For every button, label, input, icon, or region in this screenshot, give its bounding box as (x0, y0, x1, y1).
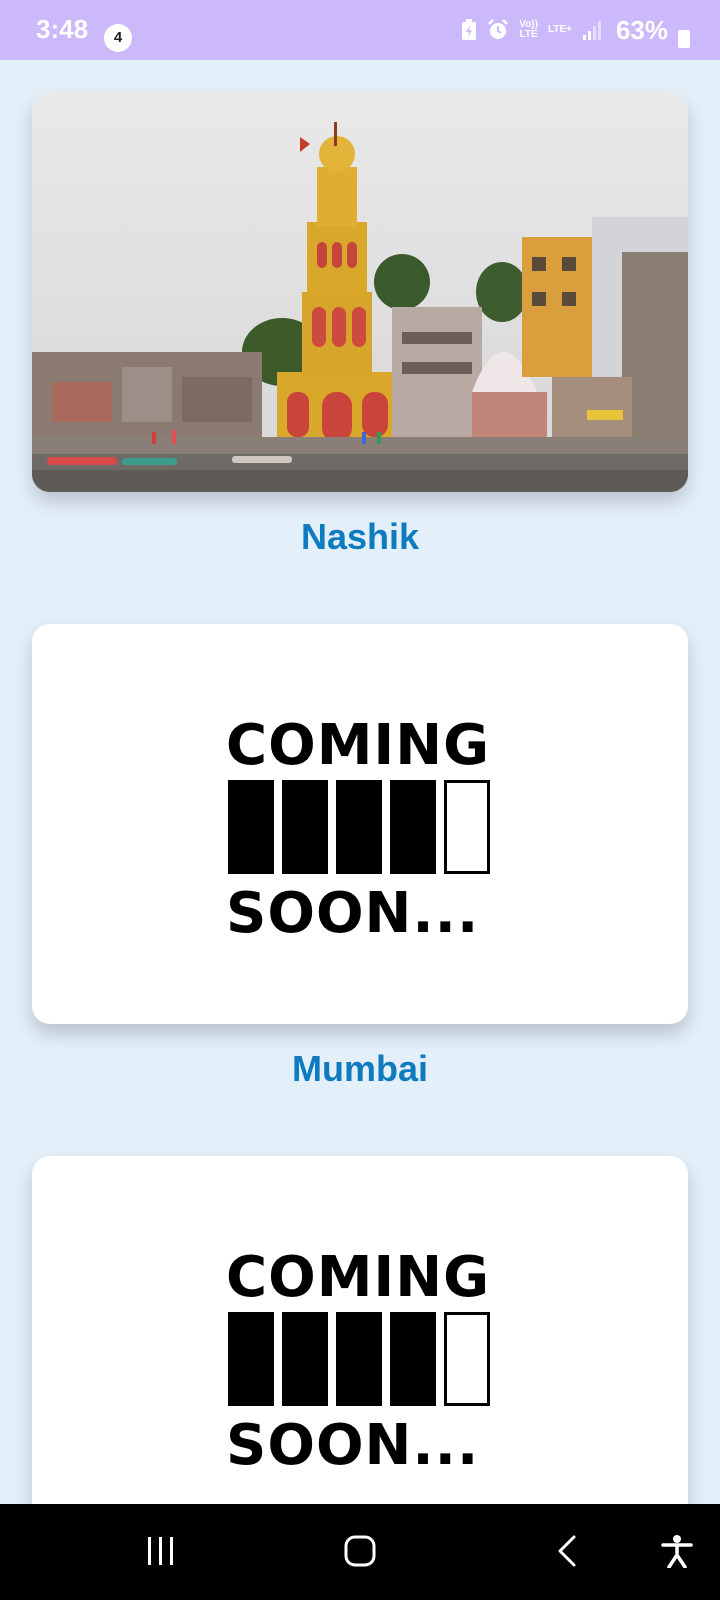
loading-bar-empty (444, 780, 490, 874)
coming-text: COMING (226, 713, 491, 778)
loading-bar-filled (228, 780, 274, 874)
loading-bar-filled (228, 1312, 274, 1406)
navigation-bar (0, 1504, 720, 1600)
loading-bar-filled (336, 780, 382, 874)
city-list[interactable]: Nashik COMING SOON... Mumbai COMING SOON… (0, 60, 720, 1504)
battery-saver-icon (462, 19, 477, 40)
soon-text: SOON... (226, 881, 480, 946)
volte-icon: Vo)) LTE (519, 19, 538, 40)
temple-riverfront-photo (32, 92, 688, 492)
recent-apps-icon[interactable] (144, 1534, 178, 1568)
loading-bar-filled (390, 780, 436, 874)
loading-bar-filled (336, 1312, 382, 1406)
coming-soon-placeholder: COMING SOON... (226, 718, 496, 942)
status-bar: 3:48 4 Vo)) LTE LTE+ 63% (0, 0, 720, 60)
coming-text: COMING (226, 1245, 491, 1310)
back-icon[interactable] (552, 1534, 586, 1568)
signal-icon (582, 21, 601, 40)
home-icon[interactable] (343, 1534, 377, 1568)
city-label-nashik[interactable]: Nashik (0, 516, 720, 558)
loading-bars (228, 780, 496, 874)
soon-text: SOON... (226, 1413, 480, 1478)
coming-soon-placeholder: COMING SOON... (226, 1250, 496, 1474)
city-card-nashik[interactable] (32, 92, 688, 492)
loading-bar-filled (282, 780, 328, 874)
notification-count-badge: 4 (104, 24, 132, 52)
loading-bar-filled (390, 1312, 436, 1406)
loading-bars (228, 1312, 496, 1406)
accessibility-icon[interactable] (660, 1534, 694, 1568)
lte-icon: LTE+ (547, 24, 572, 35)
loading-bar-filled (282, 1312, 328, 1406)
battery-percent: 63% (615, 14, 668, 45)
loading-bar-empty (444, 1312, 490, 1406)
city-card-3[interactable]: COMING SOON... (32, 1156, 688, 1504)
city-card-mumbai[interactable]: COMING SOON... (32, 624, 688, 1024)
alarm-icon (488, 19, 509, 39)
battery-icon (678, 30, 690, 48)
status-time: 3:48 (36, 14, 89, 44)
status-icons: Vo)) LTE LTE+ 63% (461, 15, 668, 45)
city-label-mumbai[interactable]: Mumbai (0, 1048, 720, 1090)
